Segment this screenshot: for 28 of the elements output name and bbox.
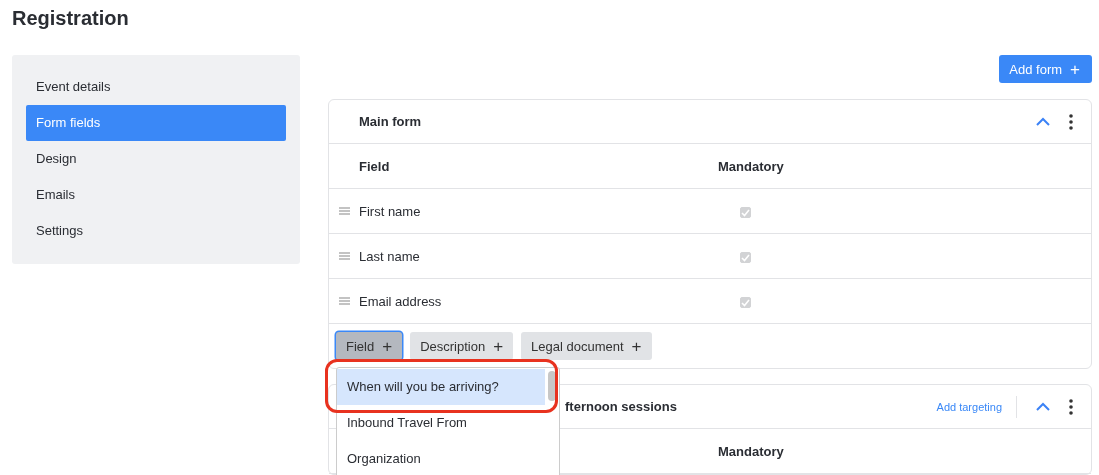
form-title: fternoon sessions xyxy=(565,399,677,414)
dropdown-option[interactable]: Organization xyxy=(337,441,545,475)
column-header: Mandatory xyxy=(718,158,784,174)
sidebar-item[interactable]: Design xyxy=(26,141,286,177)
form-title: Main form xyxy=(359,114,422,129)
add-item-button[interactable]: Field + xyxy=(336,332,403,360)
more-options-icon[interactable] xyxy=(1069,113,1073,130)
dropdown-option[interactable]: When will you be arriving? xyxy=(337,369,545,405)
collapse-icon[interactable] xyxy=(1035,116,1051,127)
add-item-button[interactable]: Legal document + xyxy=(521,332,652,360)
field-name: Email address xyxy=(359,293,443,309)
add-item-button[interactable]: Description + xyxy=(410,332,514,360)
page-title: Registration xyxy=(12,6,129,28)
column-header: Field xyxy=(359,158,391,174)
drag-handle-icon[interactable] xyxy=(339,297,350,305)
sidebar-item[interactable]: Emails xyxy=(26,177,286,213)
sidebar-item[interactable]: Event details xyxy=(26,69,286,105)
more-options-icon[interactable] xyxy=(1069,398,1073,415)
field-name: Last name xyxy=(359,248,421,264)
drag-handle-icon[interactable] xyxy=(339,252,350,260)
column-header: Mandatory xyxy=(718,443,784,459)
add-targeting-link[interactable]: Add targeting xyxy=(936,400,1002,413)
scrollbar-thumb[interactable] xyxy=(548,371,556,401)
dropdown-option[interactable]: Inbound Travel From xyxy=(337,405,545,441)
drag-handle-icon[interactable] xyxy=(339,207,350,215)
collapse-icon[interactable] xyxy=(1035,401,1051,412)
field-name: First name xyxy=(359,203,422,219)
sidebar-item[interactable]: Settings xyxy=(26,213,286,249)
